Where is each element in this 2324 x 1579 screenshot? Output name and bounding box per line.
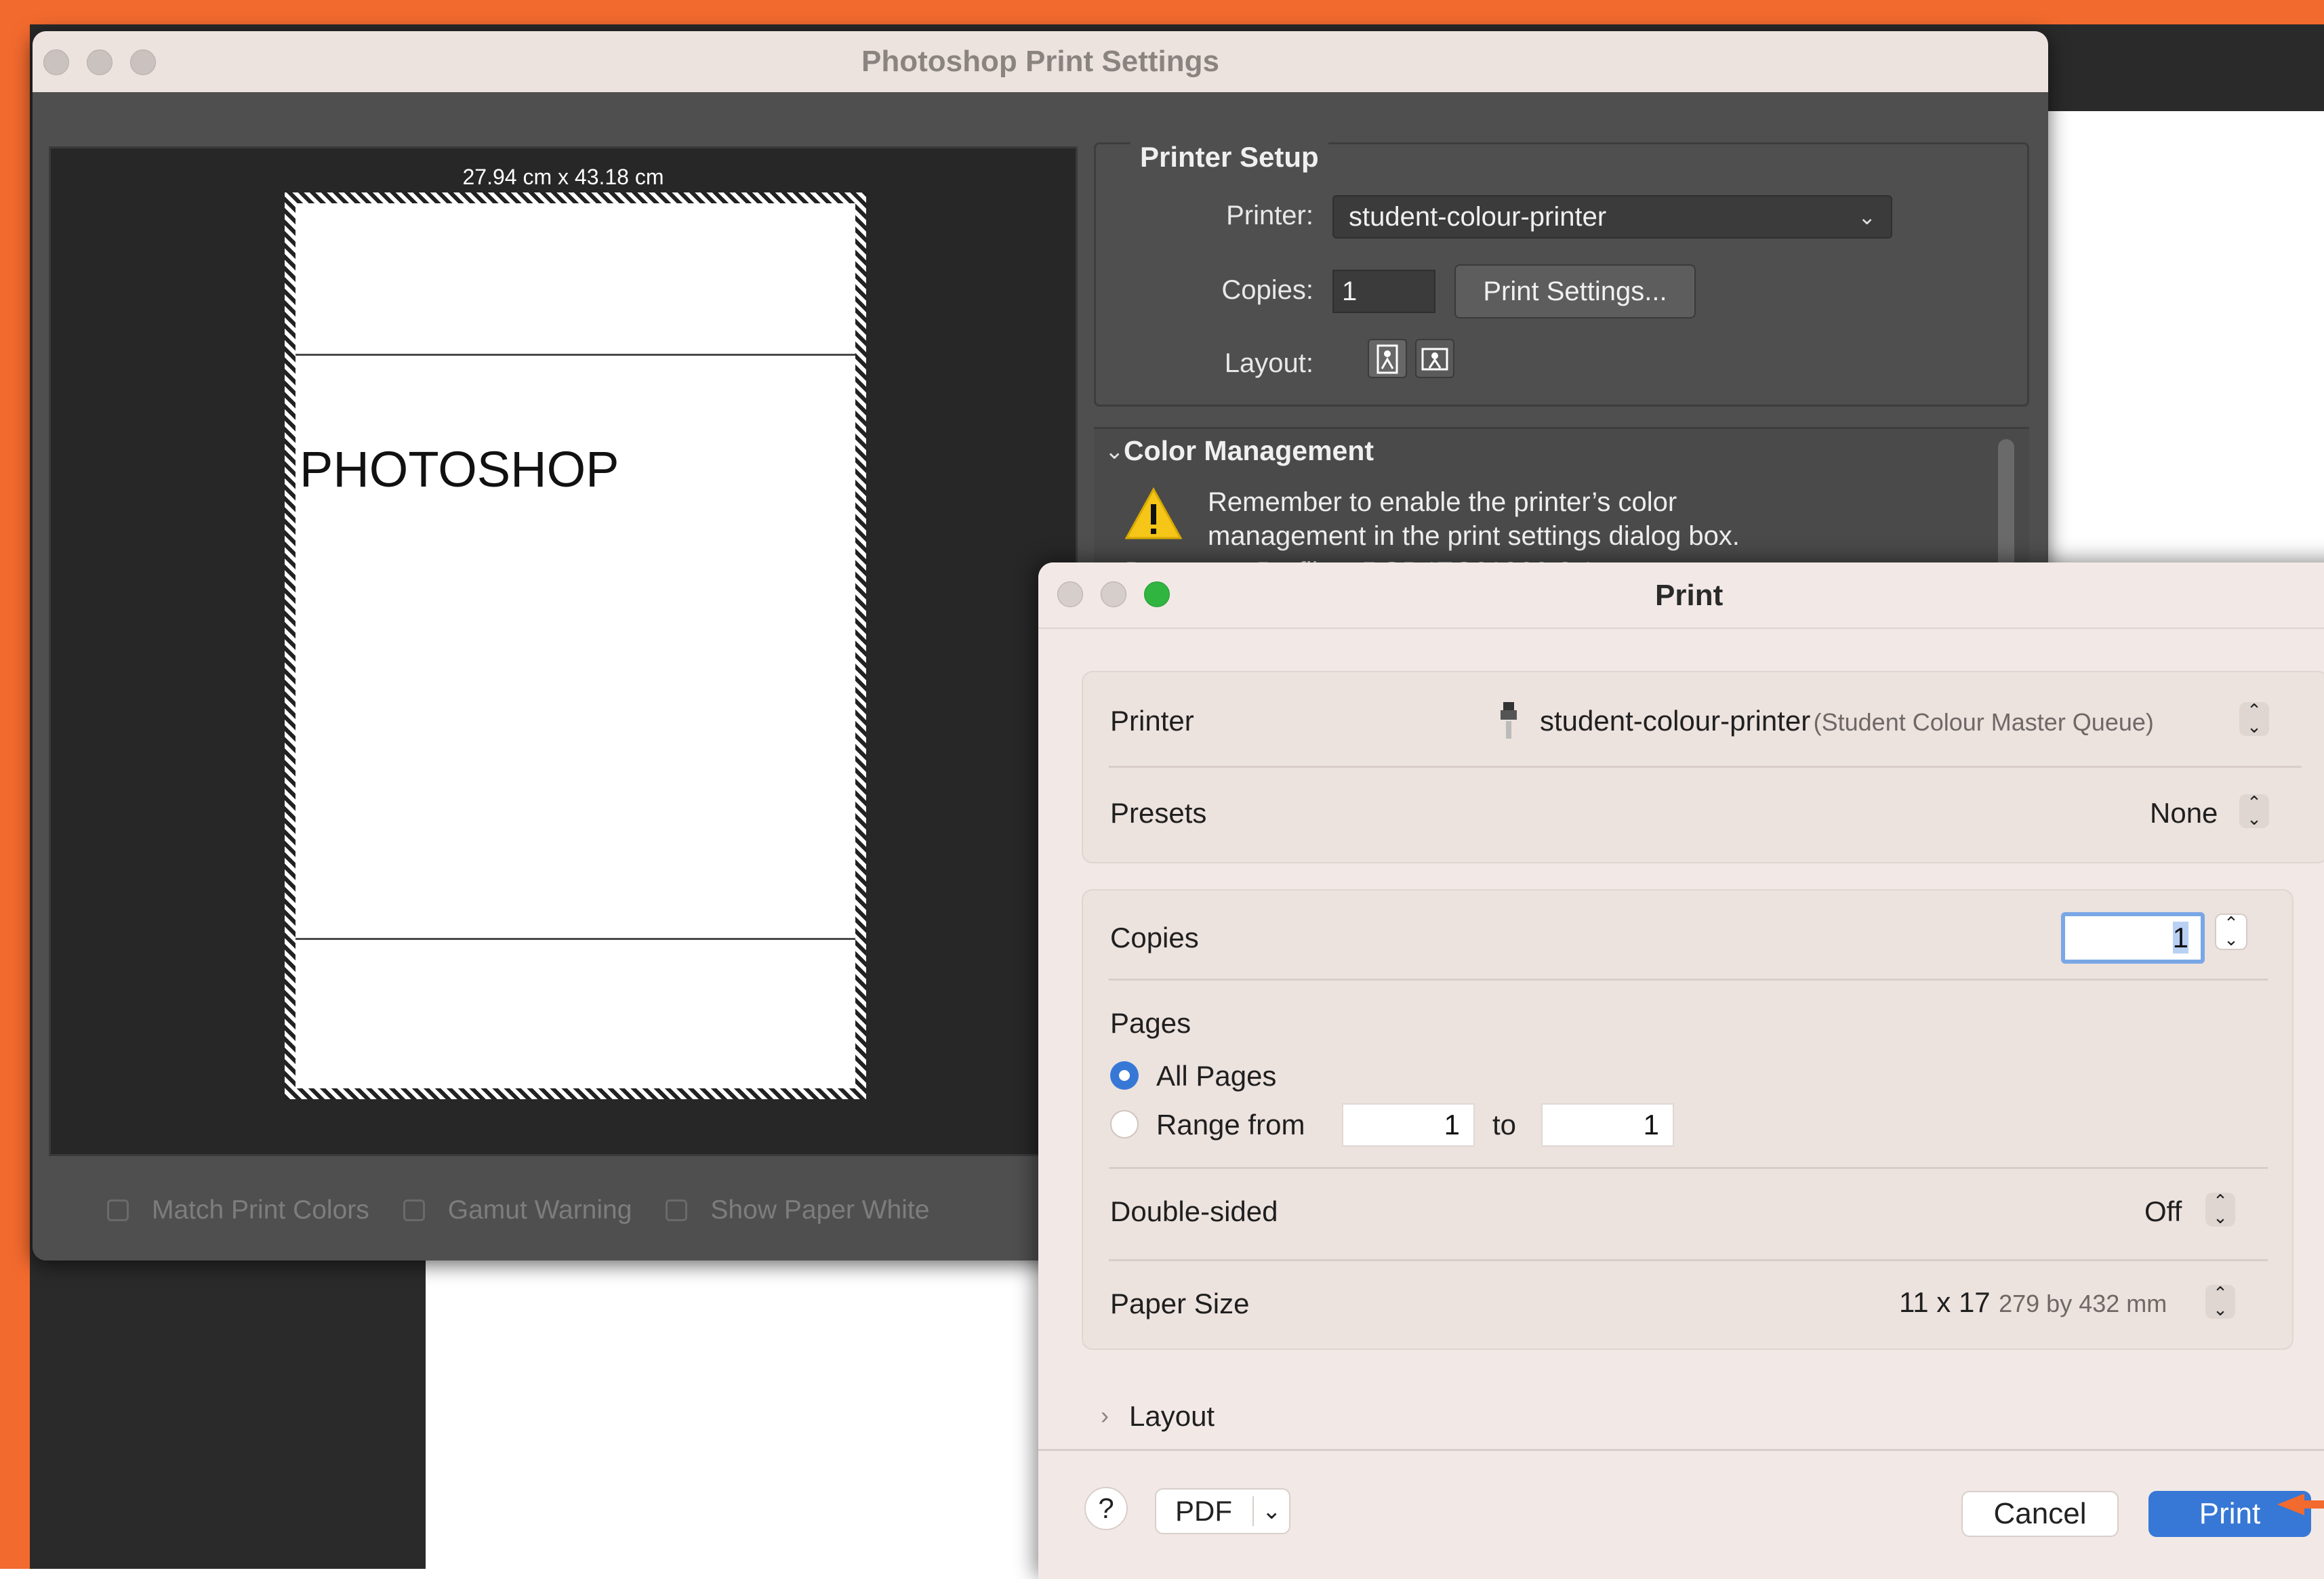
- printer-label: Printer: [1110, 705, 1194, 737]
- print-preview: 27.94 cm x 43.18 cm PHOTOSHOP: [49, 146, 1078, 1156]
- match-print-colors-label: Match Print Colors: [152, 1195, 369, 1225]
- landscape-icon[interactable]: [1415, 339, 1454, 378]
- paper-size-chevron-icon[interactable]: ⌃ ⌄: [2205, 1284, 2235, 1319]
- printer-icon: [1501, 702, 1517, 739]
- printer-queue: (Student Colour Master Queue): [1813, 708, 2154, 736]
- color-management-warning: Remember to enable the printer’s color m…: [1208, 485, 1885, 553]
- ps-layout-label: Layout:: [1224, 348, 1313, 378]
- pdf-label: PDF: [1175, 1495, 1232, 1527]
- ps-titlebar: Photoshop Print Settings: [33, 31, 2048, 92]
- match-print-colors-checkbox[interactable]: [107, 1199, 129, 1221]
- orange-frame-left: [0, 0, 30, 1569]
- presets-value[interactable]: None: [2150, 797, 2218, 829]
- preview-text: PHOTOSHOP: [300, 441, 619, 497]
- ps-dialog-title: Photoshop Print Settings: [861, 45, 1219, 78]
- range-from-field[interactable]: 1: [1342, 1103, 1475, 1147]
- printer-name: student-colour-printer: [1540, 705, 1811, 737]
- gamut-warning-checkbox[interactable]: [403, 1199, 425, 1221]
- help-button[interactable]: ?: [1084, 1487, 1128, 1530]
- pages-label: Pages: [1110, 1007, 1191, 1039]
- presets-label: Presets: [1110, 797, 1207, 829]
- warning-icon: [1125, 487, 1182, 539]
- chevron-down-icon[interactable]: ⌄: [1105, 438, 1124, 465]
- paper-size-detail: 279 by 432 mm: [1999, 1290, 2167, 1317]
- chevron-down-icon: ⌄: [1262, 1498, 1282, 1524]
- range-to-field[interactable]: 1: [1541, 1103, 1674, 1147]
- presets-chevron-icon[interactable]: ⌃ ⌄: [2239, 794, 2269, 828]
- portrait-icon[interactable]: [1368, 339, 1407, 378]
- all-pages-label: All Pages: [1156, 1060, 1277, 1092]
- ps-copies-label: Copies:: [1221, 275, 1313, 305]
- separator: [1038, 1449, 2324, 1451]
- copies-stepper[interactable]: ⌃ ⌄: [2215, 914, 2247, 950]
- range-to-label: to: [1492, 1109, 1517, 1141]
- show-paper-white-label: Show Paper White: [710, 1195, 930, 1225]
- printer-setup-title: Printer Setup: [1130, 141, 1328, 173]
- paper-size-value: 11 x 17: [1899, 1286, 1991, 1318]
- warning-line-1: Remember to enable the printer’s color: [1208, 487, 1677, 517]
- copies-value: 1: [2172, 922, 2188, 953]
- minimize-window-button[interactable]: [1101, 581, 1126, 607]
- ps-printer-select[interactable]: student-colour-printer ⌄: [1332, 195, 1892, 239]
- copies-field[interactable]: 1: [2061, 912, 2205, 964]
- pdf-menu-button[interactable]: PDF ⌄: [1155, 1488, 1290, 1534]
- all-pages-radio[interactable]: [1110, 1061, 1139, 1090]
- chevron-down-icon: ⌄: [1858, 205, 1876, 229]
- chevron-right-icon[interactable]: ›: [1101, 1401, 1109, 1430]
- print-settings-button[interactable]: Print Settings...: [1454, 264, 1696, 319]
- orange-frame-top: [0, 0, 2324, 24]
- separator: [1109, 1259, 2268, 1261]
- show-paper-white-checkbox[interactable]: [666, 1199, 688, 1221]
- copies-label: Copies: [1110, 922, 1199, 953]
- range-from-label: Range from: [1156, 1109, 1305, 1141]
- annotation-arrow-icon: [2277, 1494, 2324, 1515]
- bottom-margin-line: [295, 938, 855, 940]
- top-margin-line: [295, 354, 855, 356]
- gamut-warning-label: Gamut Warning: [447, 1195, 632, 1225]
- close-window-button[interactable]: [1057, 581, 1083, 607]
- printer-popup-chevron-icon[interactable]: ⌃ ⌄: [2239, 701, 2269, 736]
- layout-disclosure[interactable]: Layout: [1129, 1400, 1215, 1433]
- cancel-button[interactable]: Cancel: [1961, 1491, 2119, 1537]
- ps-printer-label: Printer:: [1226, 201, 1313, 230]
- warning-line-2: management in the print settings dialog …: [1208, 521, 1740, 551]
- print-dialog: Print Printer student-colour-printer (St…: [1038, 562, 2324, 1579]
- printer-popup[interactable]: student-colour-printer (Student Colour M…: [1540, 705, 2154, 737]
- paper-size-popup[interactable]: 11 x 17 279 by 432 mm: [1899, 1286, 2167, 1319]
- ps-printer-value: student-colour-printer: [1349, 202, 1607, 232]
- range-radio[interactable]: [1110, 1110, 1139, 1139]
- double-sided-label: Double-sided: [1110, 1195, 1278, 1227]
- preview-options: Match Print Colors Gamut Warning Show Pa…: [107, 1190, 963, 1231]
- double-sided-value[interactable]: Off: [2144, 1195, 2182, 1228]
- separator: [1109, 979, 2268, 981]
- preview-paper: PHOTOSHOP: [285, 192, 866, 1099]
- separator: [1109, 766, 2302, 768]
- zoom-window-button[interactable]: [1144, 581, 1170, 607]
- color-management-title[interactable]: Color Management: [1124, 435, 1374, 467]
- double-sided-chevron-icon[interactable]: ⌃ ⌄: [2205, 1192, 2235, 1227]
- print-dialog-titlebar: Print: [1038, 562, 2324, 629]
- paper-size-label: Paper Size: [1110, 1288, 1250, 1319]
- print-dialog-title: Print: [1655, 579, 1724, 612]
- separator: [1109, 1167, 2268, 1169]
- ps-copies-input[interactable]: 1: [1332, 270, 1435, 313]
- preview-size-label: 27.94 cm x 43.18 cm: [462, 165, 664, 189]
